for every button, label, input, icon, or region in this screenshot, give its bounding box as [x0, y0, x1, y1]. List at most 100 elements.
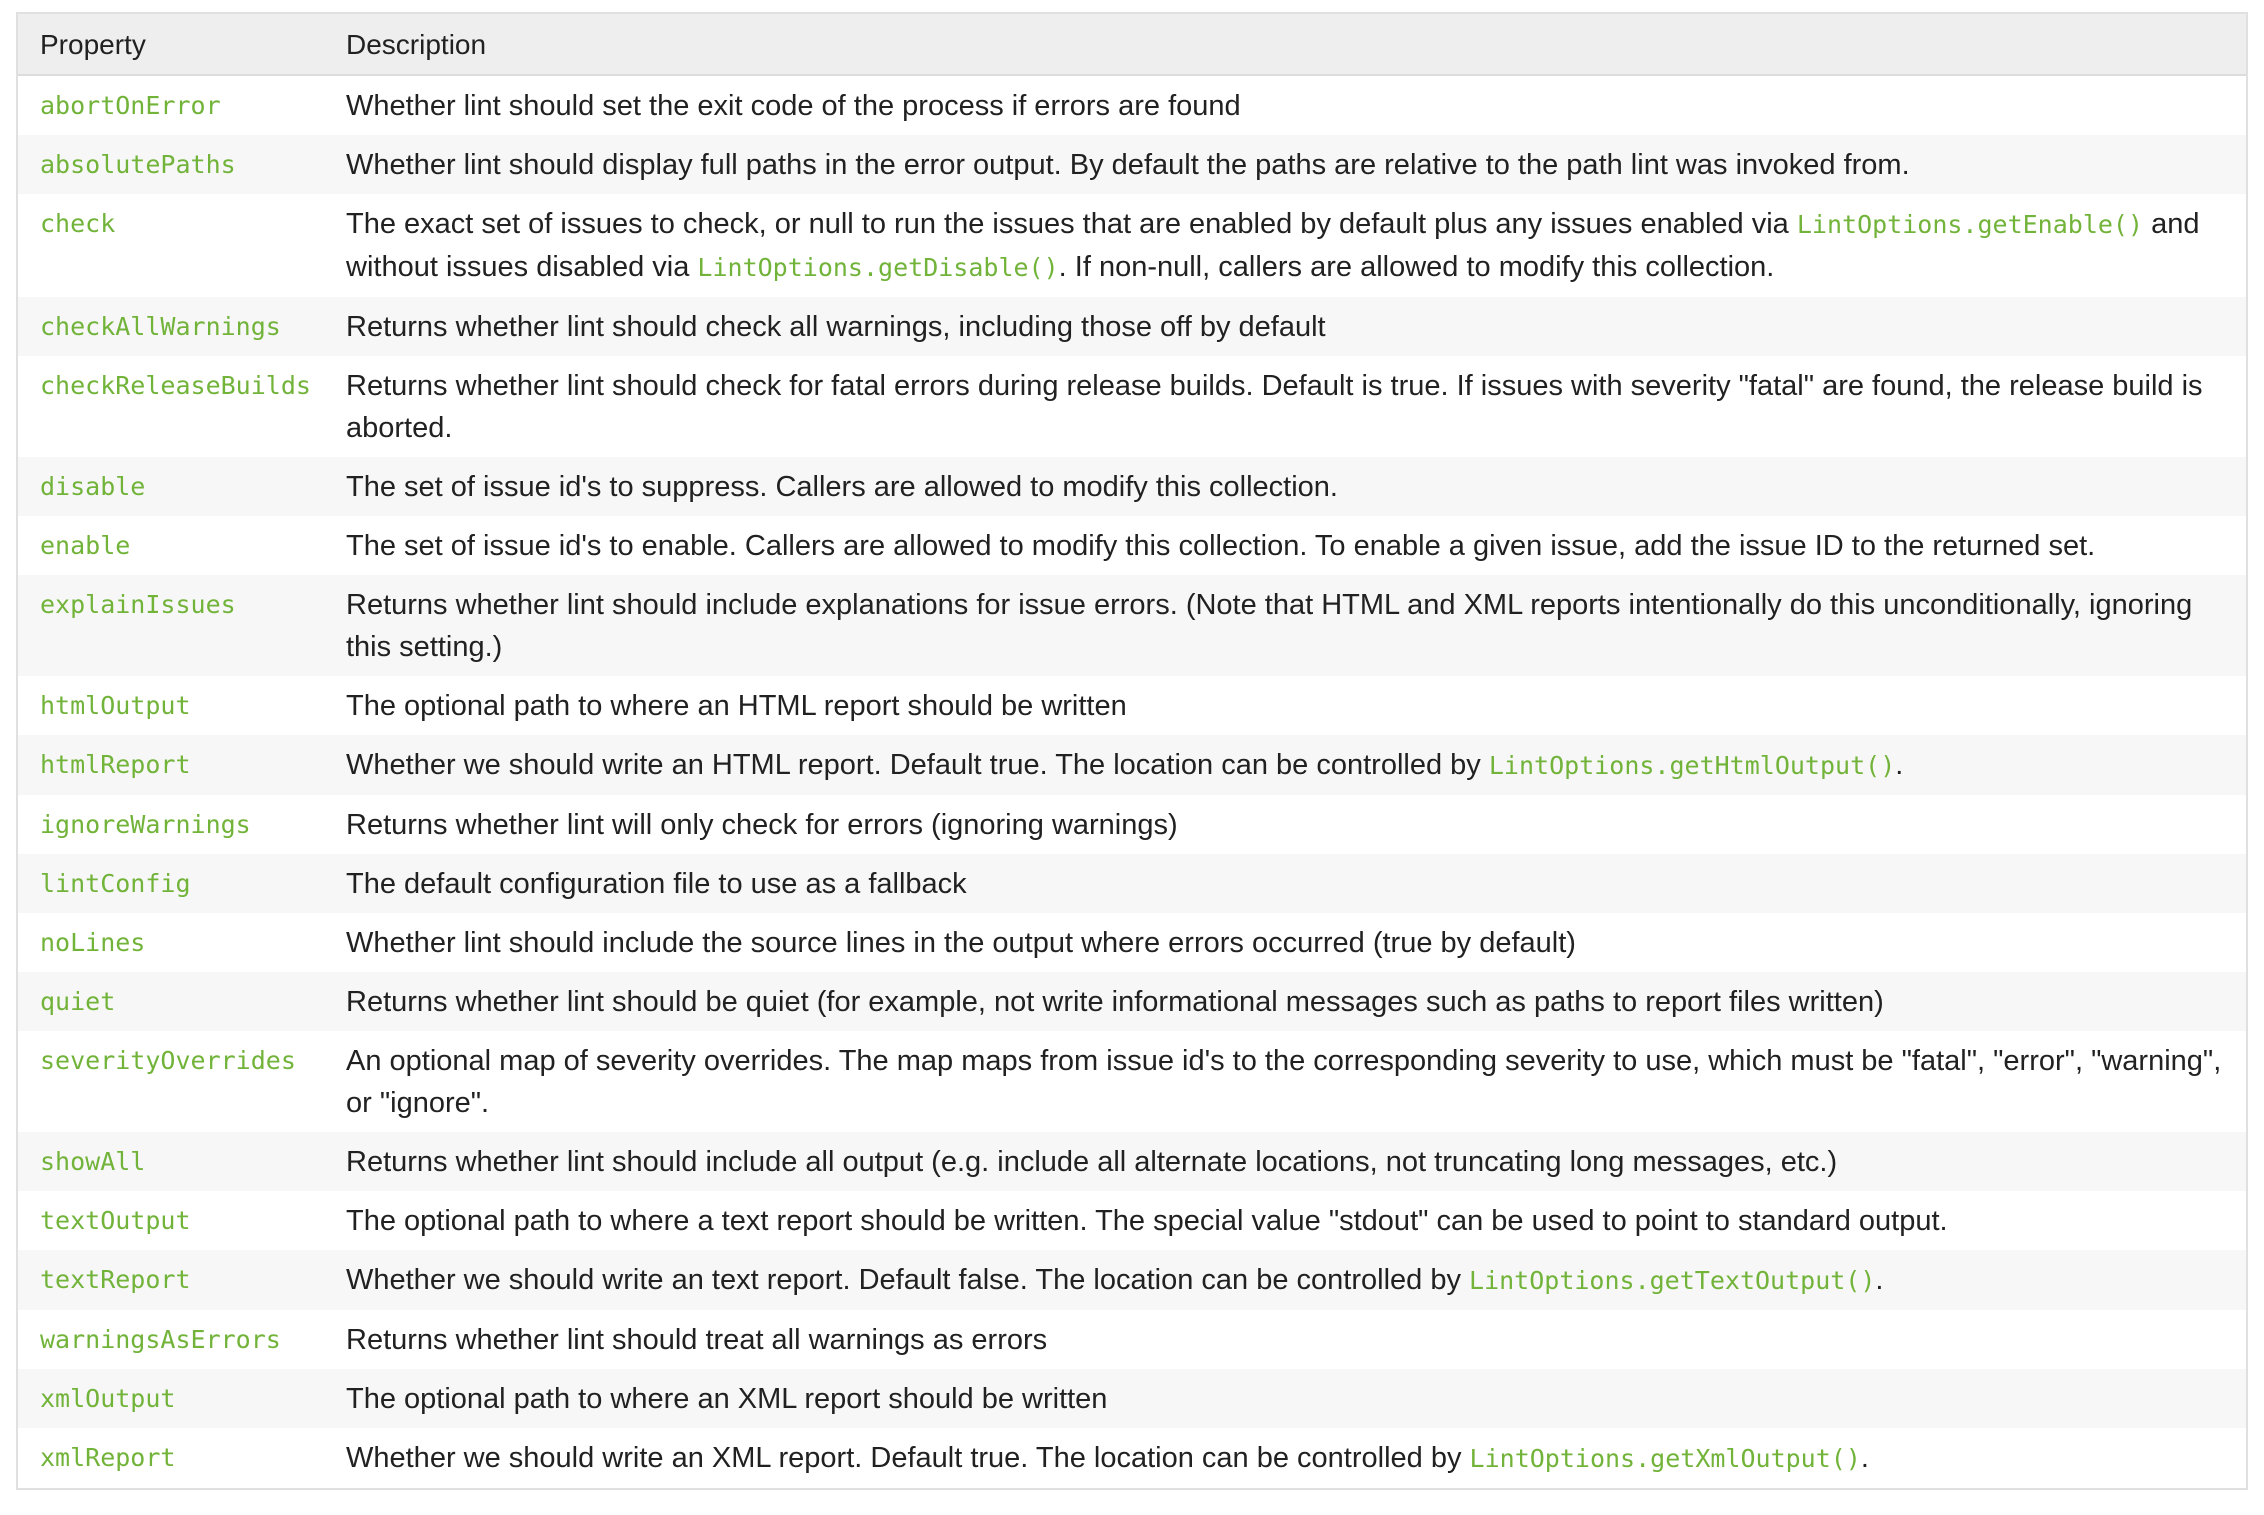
property-name: enable [40, 531, 131, 560]
description-text: . [1895, 749, 1904, 781]
table-row: checkReleaseBuilds Returns whether lint s… [18, 356, 2246, 457]
table-row: textOutput The optional path to where a t… [18, 1191, 2246, 1250]
property-description: Returns whether lint should be quiet (fo… [324, 972, 2246, 1031]
property-name: explainIssues [18, 575, 324, 676]
property-name: quiet [18, 972, 324, 1031]
table-row: disable The set of issue id's to suppress… [18, 457, 2246, 516]
description-text: The exact set of issues to check, or nul… [346, 208, 1797, 240]
property-description: Returns whether lint will only check for… [324, 795, 2246, 854]
description-text: Whether lint should set the exit code of… [346, 90, 1241, 122]
property-description: Whether we should write an HTML report. … [324, 735, 2246, 795]
property-name: textReport [18, 1250, 324, 1310]
table-row: lintConfig The default configuration file… [18, 854, 2246, 913]
table-row: noLines Whether lint should include the s… [18, 913, 2246, 972]
property-description: Whether lint should include the source l… [324, 913, 2246, 972]
property-name: textOutput [40, 1206, 191, 1235]
property-name: xmlOutput [18, 1369, 324, 1428]
table-body: abortOnError Whether lint should set the … [18, 75, 2246, 1488]
property-name: noLines [40, 928, 146, 957]
table-row: textReport Whether we should write an tex… [18, 1250, 2246, 1310]
property-name: htmlReport [18, 735, 324, 795]
description-text: Whether we should write an XML report. D… [346, 1442, 1470, 1474]
description-text: An optional map of severity overrides. T… [346, 1045, 2222, 1119]
property-description: An optional map of severity overrides. T… [324, 1031, 2246, 1132]
description-text: The optional path to where an XML report… [346, 1383, 1108, 1415]
method-reference-link[interactable]: LintOptions.getTextOutput() [1469, 1266, 1875, 1295]
property-description: The set of issue id's to suppress. Calle… [324, 457, 2246, 516]
property-description: The exact set of issues to check, or nul… [324, 194, 2246, 297]
property-name: absolutePaths [18, 135, 324, 194]
description-text: Returns whether lint should treat all wa… [346, 1324, 1048, 1356]
table-row: quiet Returns whether lint should be quie… [18, 972, 2246, 1031]
property-name: warningsAsErrors [40, 1325, 281, 1354]
property-description: Whether we should write an XML report. D… [324, 1428, 2246, 1488]
description-text: The set of issue id's to suppress. Calle… [346, 471, 1338, 503]
description-column-header: Description [324, 14, 2246, 76]
table-row: enable The set of issue id's to enable. C… [18, 516, 2246, 575]
property-description: Whether lint should display full paths i… [324, 135, 2246, 194]
lint-options-table-container: Property Description abortOnError Whether… [16, 12, 2248, 1490]
property-name: ignoreWarnings [40, 810, 251, 839]
property-name: severityOverrides [40, 1046, 296, 1075]
table-row: xmlReport Whether we should write an XML … [18, 1428, 2246, 1488]
property-name: check [40, 209, 116, 238]
table-row: xmlOutput The optional path to where an X… [18, 1369, 2246, 1428]
property-name: checkAllWarnings [18, 297, 324, 356]
property-name: showAll [18, 1132, 324, 1191]
property-column-header: Property [18, 14, 324, 76]
description-text: . If non-null, callers are allowed to mo… [1058, 251, 1775, 283]
description-text: Returns whether lint should check for fa… [346, 370, 2203, 444]
method-reference-link[interactable]: LintOptions.getXmlOutput() [1470, 1444, 1861, 1473]
table-header-row: Property Description [18, 14, 2246, 76]
description-text: . [1875, 1264, 1884, 1296]
property-description: The optional path to where an HTML repor… [324, 676, 2246, 735]
method-reference-link[interactable]: LintOptions.getHtmlOutput() [1489, 751, 1895, 780]
table-row: explainIssues Returns whether lint should… [18, 575, 2246, 676]
method-reference-link[interactable]: LintOptions.getEnable() [1797, 210, 2143, 239]
property-description: Returns whether lint should check for fa… [324, 356, 2246, 457]
description-text: Returns whether lint should check all wa… [346, 311, 1326, 343]
description-text: The default configuration file to use as… [346, 868, 967, 900]
description-text: The optional path to where an HTML repor… [346, 690, 1127, 722]
description-text: Whether we should write an HTML report. … [346, 749, 1489, 781]
lint-options-table: Property Description abortOnError Whether… [18, 14, 2246, 1488]
description-text: Returns whether lint should be quiet (fo… [346, 986, 1884, 1018]
property-description: Returns whether lint should check all wa… [324, 297, 2246, 356]
description-text: Returns whether lint should include all … [346, 1146, 1838, 1178]
property-description: Whether lint should set the exit code of… [324, 75, 2246, 135]
description-text: Whether we should write an text report. … [346, 1264, 1470, 1296]
property-description: Returns whether lint should treat all wa… [324, 1310, 2246, 1369]
table-row: ignoreWarnings Returns whether lint will … [18, 795, 2246, 854]
property-name: disable [18, 457, 324, 516]
property-description: The optional path to where a text report… [324, 1191, 2246, 1250]
property-name: htmlOutput [40, 691, 191, 720]
description-text: Whether lint should include the source l… [346, 927, 1576, 959]
property-name: xmlReport [40, 1443, 176, 1472]
property-description: Returns whether lint should include all … [324, 1132, 2246, 1191]
description-text: The optional path to where a text report… [346, 1205, 1948, 1237]
description-text: Returns whether lint should include expl… [346, 589, 2193, 663]
description-text: Whether lint should display full paths i… [346, 149, 1910, 181]
property-description: Returns whether lint should include expl… [324, 575, 2246, 676]
property-name: checkReleaseBuilds [40, 371, 311, 400]
property-description: The optional path to where an XML report… [324, 1369, 2246, 1428]
table-row: checkAllWarnings Returns whether lint sho… [18, 297, 2246, 356]
property-name: abortOnError [40, 91, 221, 120]
table-header: Property Description [18, 14, 2246, 76]
property-name: lintConfig [18, 854, 324, 913]
table-row: severityOverrides An optional map of seve… [18, 1031, 2246, 1132]
property-description: The set of issue id's to enable. Callers… [324, 516, 2246, 575]
description-text: The set of issue id's to enable. Callers… [346, 530, 2096, 562]
property-description: The default configuration file to use as… [324, 854, 2246, 913]
table-row: htmlReport Whether we should write an HTM… [18, 735, 2246, 795]
method-reference-link[interactable]: LintOptions.getDisable() [697, 253, 1058, 282]
table-row: absolutePaths Whether lint should display… [18, 135, 2246, 194]
table-row: showAll Returns whether lint should inclu… [18, 1132, 2246, 1191]
table-row: check The exact set of issues to check, o… [18, 194, 2246, 297]
property-description: Whether we should write an text report. … [324, 1250, 2246, 1310]
description-text: . [1860, 1442, 1869, 1474]
table-row: htmlOutput The optional path to where an … [18, 676, 2246, 735]
description-text: Returns whether lint will only check for… [346, 809, 1178, 841]
table-row: abortOnError Whether lint should set the … [18, 75, 2246, 135]
table-row: warningsAsErrors Returns whether lint sho… [18, 1310, 2246, 1369]
